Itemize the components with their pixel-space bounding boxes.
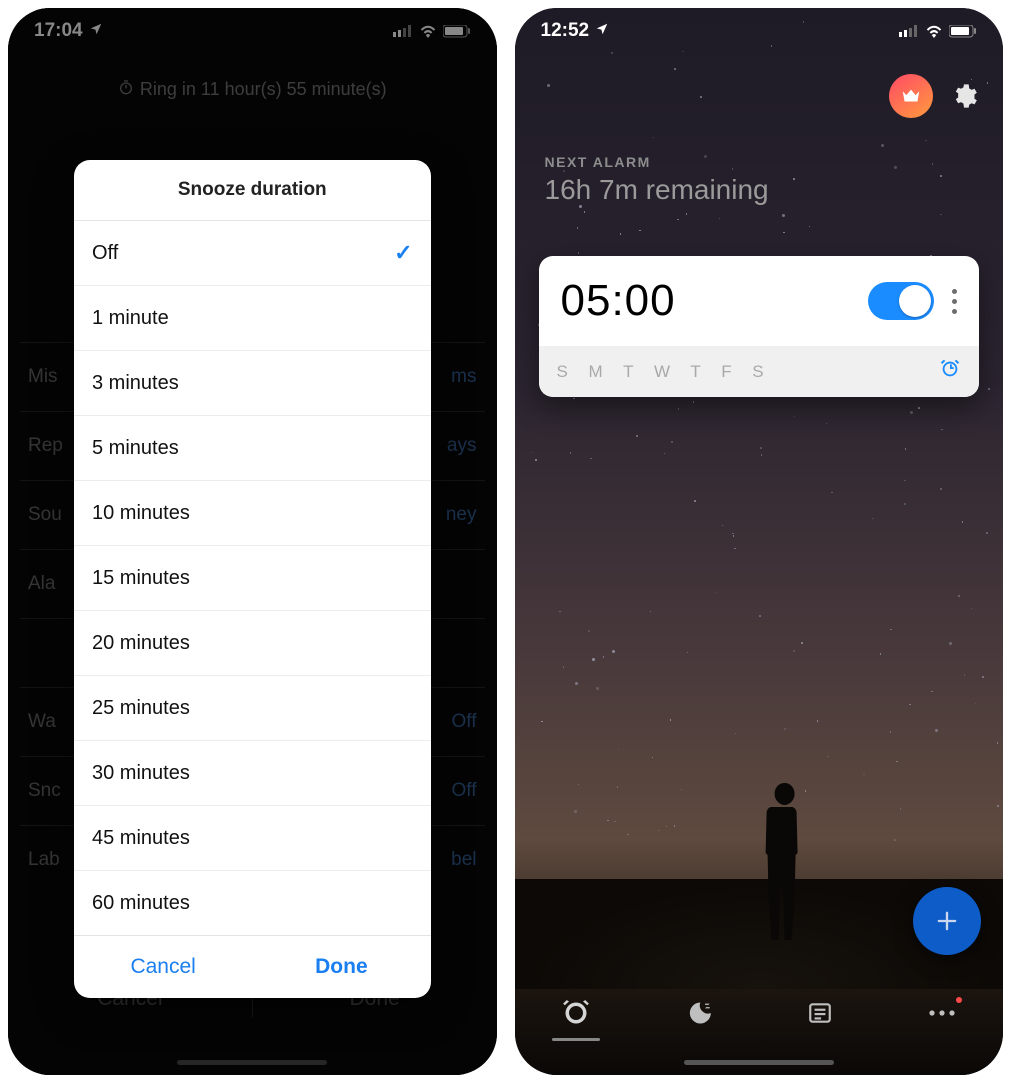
alarm-toggle[interactable] xyxy=(868,282,934,320)
battery-icon xyxy=(949,25,977,38)
status-bar: 17:04 xyxy=(8,8,497,54)
snooze-option[interactable]: 5 minutes xyxy=(74,416,431,481)
snooze-option-label: 60 minutes xyxy=(92,892,190,915)
tab-news[interactable] xyxy=(790,993,850,1033)
sheet-done-button[interactable]: Done xyxy=(252,936,430,998)
cellular-icon xyxy=(393,25,413,37)
snooze-option[interactable]: 25 minutes xyxy=(74,676,431,741)
snooze-option-label: 15 minutes xyxy=(92,567,190,590)
news-icon xyxy=(807,1000,833,1026)
snooze-option-label: 3 minutes xyxy=(92,372,179,395)
snooze-option[interactable]: 10 minutes xyxy=(74,481,431,546)
sheet-cancel-button[interactable]: Cancel xyxy=(74,936,252,998)
add-alarm-button[interactable] xyxy=(913,887,981,955)
status-time: 12:52 xyxy=(541,20,590,42)
snooze-option[interactable]: 60 minutes xyxy=(74,871,431,935)
snooze-option[interactable]: 1 minute xyxy=(74,286,431,351)
snooze-option[interactable]: 45 minutes xyxy=(74,806,431,871)
snooze-option[interactable]: 15 minutes xyxy=(74,546,431,611)
snooze-option[interactable]: 20 minutes xyxy=(74,611,431,676)
snooze-option-label: 20 minutes xyxy=(92,632,190,655)
next-alarm-value: 16h 7m remaining xyxy=(545,174,769,206)
more-icon xyxy=(927,1008,957,1018)
gear-icon xyxy=(950,82,978,110)
snooze-option-label: 45 minutes xyxy=(92,827,190,850)
status-time: 17:04 xyxy=(34,20,83,42)
alarm-tab-icon xyxy=(562,999,590,1027)
status-bar: 12:52 xyxy=(515,8,1004,54)
snooze-option-label: Off xyxy=(92,242,118,265)
alarm-card[interactable]: 05:00 S M T W T F S xyxy=(539,256,980,397)
snooze-option-label: 10 minutes xyxy=(92,502,190,525)
check-icon: ✓ xyxy=(394,240,412,266)
snooze-option-label: 5 minutes xyxy=(92,437,179,460)
settings-button[interactable] xyxy=(945,77,983,115)
alarm-time: 05:00 xyxy=(561,276,855,326)
tab-more[interactable] xyxy=(912,993,972,1033)
alarm-more-button[interactable] xyxy=(948,289,961,314)
snooze-option[interactable]: Off ✓ xyxy=(74,221,431,286)
wifi-icon xyxy=(419,25,437,38)
person-silhouette xyxy=(750,775,820,945)
snooze-option-label: 30 minutes xyxy=(92,762,190,785)
snooze-duration-sheet: Snooze duration Off ✓ 1 minute 3 minutes 5 m… xyxy=(74,160,431,998)
next-alarm-block: NEXT ALARM 16h 7m remaining xyxy=(545,154,769,206)
home-indicator[interactable] xyxy=(684,1060,834,1065)
alarm-clock-icon xyxy=(939,358,961,385)
wifi-icon xyxy=(925,25,943,38)
plus-icon xyxy=(933,907,961,935)
location-icon xyxy=(595,20,609,42)
snooze-option[interactable]: 30 minutes xyxy=(74,741,431,806)
sheet-actions: Cancel Done xyxy=(74,935,431,998)
battery-icon xyxy=(443,25,471,38)
cellular-icon xyxy=(899,25,919,37)
alarm-days: S M T W T F S xyxy=(557,362,772,382)
tab-bar xyxy=(515,985,1004,1041)
sheet-title: Snooze duration xyxy=(74,160,431,221)
next-alarm-label: NEXT ALARM xyxy=(545,154,769,170)
location-icon xyxy=(89,20,103,42)
snooze-option[interactable]: 3 minutes xyxy=(74,351,431,416)
notification-dot xyxy=(956,997,962,1003)
moon-icon xyxy=(684,999,712,1027)
phone-snooze-settings: 17:04 Ring in 11 hour(s) 55 minute(s) Mi… xyxy=(8,8,497,1075)
phone-alarm-home: 12:52 NEXT ALARM 16h 7m remaining xyxy=(515,8,1004,1075)
premium-button[interactable] xyxy=(889,74,933,118)
crown-icon xyxy=(900,85,922,107)
snooze-option-label: 1 minute xyxy=(92,307,169,330)
tab-alarms[interactable] xyxy=(546,993,606,1033)
tab-sleep[interactable] xyxy=(668,993,728,1033)
sheet-options-list: Off ✓ 1 minute 3 minutes 5 minutes 10 minutes… xyxy=(74,221,431,935)
snooze-option-label: 25 minutes xyxy=(92,697,190,720)
